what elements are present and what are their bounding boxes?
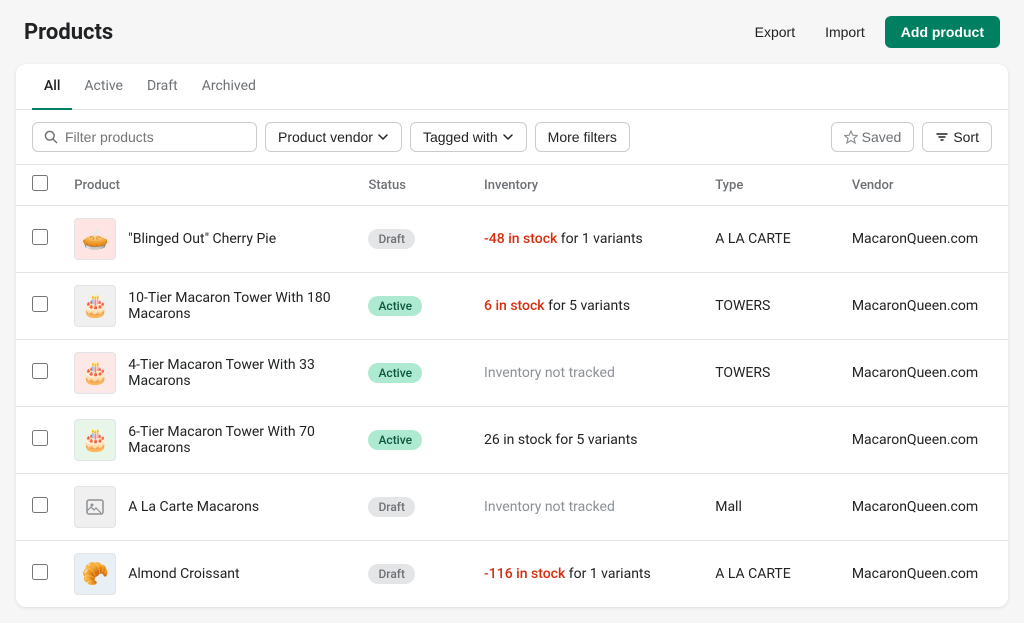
table-row: 🥧 "Blinged Out" Cherry Pie Draft -48 in s… [16,206,1008,273]
tab-draft[interactable]: Draft [135,64,190,110]
tab-all[interactable]: All [32,64,72,110]
tagged-with-label: Tagged with [423,129,498,145]
sort-icon [935,130,949,144]
product-thumbnail [74,486,116,528]
table-row: A La Carte Macarons Draft Inventory not t… [16,474,1008,541]
product-name: 4-Tier Macaron Tower With 33 Macarons [128,357,344,389]
export-button[interactable]: Export [745,18,805,46]
product-type: A LA CARTE [703,206,840,273]
sort-label: Sort [953,129,979,145]
header-actions: Export Import Add product [745,16,1000,48]
product-name: Almond Croissant [128,566,239,582]
status-badge: Active [368,430,422,450]
inventory-value: Inventory not tracked [484,365,615,381]
tagged-with-filter[interactable]: Tagged with [410,122,527,152]
product-type: A LA CARTE [703,541,840,608]
table-row: 🎂 4-Tier Macaron Tower With 33 Macarons … [16,340,1008,407]
product-name: A La Carte Macarons [128,499,259,515]
col-header-inventory: Inventory [472,165,703,206]
product-name: 6-Tier Macaron Tower With 70 Macarons [128,424,344,456]
product-vendor-label: Product vendor [278,129,373,145]
product-cell: 🥐 Almond Croissant [74,553,344,595]
product-thumbnail: 🥧 [74,218,116,260]
sort-button[interactable]: Sort [922,122,992,152]
col-header-product: Product [62,165,356,206]
product-name: "Blinged Out" Cherry Pie [128,231,276,247]
star-icon [844,130,858,144]
col-header-status: Status [356,165,472,206]
product-type: TOWERS [703,273,840,340]
product-vendor: MacaronQueen.com [840,541,1008,608]
chevron-down-icon [502,131,514,143]
product-type [703,407,840,474]
row-checkbox[interactable] [32,430,48,446]
inventory-value: -48 in stock for 1 variants [484,231,643,247]
product-type: Mall [703,474,840,541]
table-row: 🎂 10-Tier Macaron Tower With 180 Macaron… [16,273,1008,340]
product-cell: 🎂 10-Tier Macaron Tower With 180 Macaron… [74,285,344,327]
product-vendor: MacaronQueen.com [840,474,1008,541]
product-vendor-filter[interactable]: Product vendor [265,122,402,152]
tab-archived[interactable]: Archived [190,64,268,110]
row-checkbox[interactable] [32,497,48,513]
product-cell: 🎂 6-Tier Macaron Tower With 70 Macarons [74,419,344,461]
product-thumbnail: 🎂 [74,285,116,327]
product-vendor: MacaronQueen.com [840,340,1008,407]
select-all-checkbox[interactable] [32,175,48,191]
inventory-value: Inventory not tracked [484,499,615,515]
status-badge: Active [368,296,422,316]
product-cell: 🎂 4-Tier Macaron Tower With 33 Macarons [74,352,344,394]
col-header-vendor: Vendor [840,165,1008,206]
image-placeholder-icon [85,497,105,517]
product-type: TOWERS [703,340,840,407]
product-cell: 🥧 "Blinged Out" Cherry Pie [74,218,344,260]
col-header-type: Type [703,165,840,206]
row-checkbox[interactable] [32,363,48,379]
page-header: Products Export Import Add product [0,0,1024,64]
more-filters-label: More filters [548,129,617,145]
page-title: Products [24,20,113,45]
tab-active[interactable]: Active [72,64,135,110]
product-vendor: MacaronQueen.com [840,206,1008,273]
product-vendor: MacaronQueen.com [840,407,1008,474]
filters-row: Product vendor Tagged with More filters … [16,110,1008,165]
product-thumbnail: 🥐 [74,553,116,595]
search-icon [43,129,59,145]
search-box[interactable] [32,122,257,152]
row-checkbox[interactable] [32,564,48,580]
product-cell: A La Carte Macarons [74,486,344,528]
row-checkbox[interactable] [32,296,48,312]
saved-label: Saved [862,129,902,145]
table-header-row: Product Status Inventory Type Vendor [16,165,1008,206]
inventory-value: 26 in stock for 5 variants [484,432,637,448]
search-input[interactable] [65,129,246,145]
inventory-value: 6 in stock for 5 variants [484,298,630,314]
product-name: 10-Tier Macaron Tower With 180 Macarons [128,290,344,322]
import-button[interactable]: Import [815,18,875,46]
chevron-down-icon [377,131,389,143]
inventory-value: -116 in stock for 1 variants [484,566,651,582]
status-badge: Draft [368,564,415,584]
status-badge: Draft [368,497,415,517]
product-thumbnail: 🎂 [74,419,116,461]
table-row: 🎂 6-Tier Macaron Tower With 70 Macarons … [16,407,1008,474]
row-checkbox[interactable] [32,229,48,245]
product-vendor: MacaronQueen.com [840,273,1008,340]
table-row: 🥐 Almond Croissant Draft -116 in stock fo… [16,541,1008,608]
tabs-container: All Active Draft Archived [16,64,1008,110]
status-badge: Draft [368,229,415,249]
products-card: All Active Draft Archived Product vendor… [16,64,1008,607]
product-thumbnail: 🎂 [74,352,116,394]
add-product-button[interactable]: Add product [885,16,1000,48]
saved-button[interactable]: Saved [831,122,915,152]
products-table: Product Status Inventory Type Vendor 🥧 "… [16,165,1008,607]
status-badge: Active [368,363,422,383]
more-filters-button[interactable]: More filters [535,122,630,152]
